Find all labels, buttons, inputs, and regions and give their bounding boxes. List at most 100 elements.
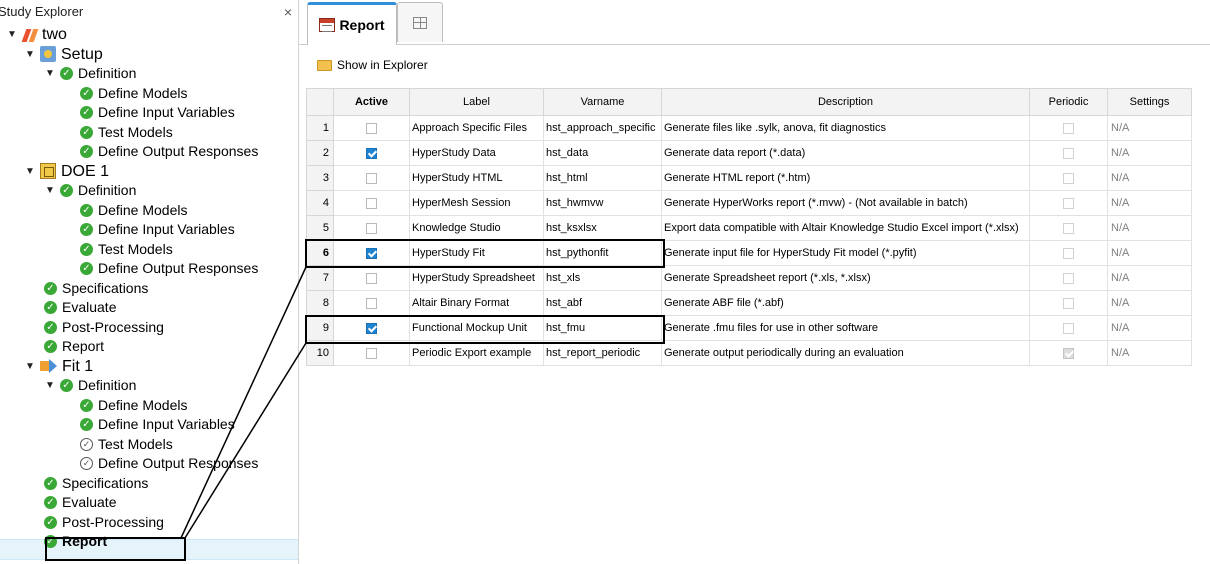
settings-cell[interactable]: N/A	[1107, 240, 1192, 266]
tree-item[interactable]: ✓ Test Models	[80, 435, 173, 454]
settings-cell[interactable]: N/A	[1107, 290, 1192, 316]
active-checkbox[interactable]	[366, 322, 377, 334]
expand-arrow-icon[interactable]: ▼	[44, 376, 56, 395]
periodic-checkbox[interactable]	[1063, 347, 1074, 359]
label-cell[interactable]: Functional Mockup Unit	[409, 315, 544, 341]
periodic-checkbox[interactable]	[1063, 147, 1074, 159]
table-row[interactable]: 10 Periodic Export example hst_report_peri…	[306, 340, 1192, 366]
active-checkbox[interactable]	[366, 272, 377, 284]
settings-cell[interactable]: N/A	[1107, 165, 1192, 191]
label-cell[interactable]: HyperMesh Session	[409, 190, 544, 216]
expand-arrow-icon[interactable]: ▼	[24, 45, 36, 64]
settings-cell[interactable]: N/A	[1107, 315, 1192, 341]
tree-item[interactable]: ✓ Specifications	[44, 279, 148, 298]
table-row[interactable]: 8 Altair Binary Format hst_abf Generate ABF…	[306, 290, 1192, 316]
column-header-index[interactable]	[306, 88, 334, 116]
label-cell[interactable]: HyperStudy Fit	[409, 240, 544, 266]
periodic-checkbox[interactable]	[1063, 222, 1074, 234]
settings-cell[interactable]: N/A	[1107, 265, 1192, 291]
varname-cell[interactable]: hst_ksxlsx	[543, 215, 662, 241]
table-row[interactable]: 4 HyperMesh Session hst_hwmvw Generate Hype…	[306, 190, 1192, 216]
tree-item[interactable]: ▼ two	[6, 25, 67, 44]
expand-arrow-icon[interactable]: ▼	[24, 357, 36, 376]
column-header-label[interactable]: Label	[409, 88, 544, 116]
expand-arrow-icon[interactable]: ▼	[44, 64, 56, 83]
varname-cell[interactable]: hst_xls	[543, 265, 662, 291]
settings-cell[interactable]: N/A	[1107, 190, 1192, 216]
label-cell[interactable]: HyperStudy Spreadsheet	[409, 265, 544, 291]
tree-item[interactable]: ✓ Define Models	[80, 201, 188, 220]
expand-arrow-icon[interactable]: ▼	[24, 162, 36, 181]
periodic-checkbox[interactable]	[1063, 322, 1074, 334]
varname-cell[interactable]: hst_fmu	[543, 315, 662, 341]
tab-report[interactable]: Report	[307, 2, 397, 45]
tree-item[interactable]: ✓ Evaluate	[44, 298, 116, 317]
varname-cell[interactable]: hst_abf	[543, 290, 662, 316]
table-row[interactable]: 1 Approach Specific Files hst_approach_spe…	[306, 115, 1192, 141]
show-in-explorer-button[interactable]: Show in Explorer	[317, 56, 428, 74]
tree-item[interactable]: ✓ Test Models	[80, 123, 173, 142]
active-checkbox[interactable]	[366, 122, 377, 134]
periodic-checkbox[interactable]	[1063, 247, 1074, 259]
tree-item[interactable]: ▼ ✓ Definition	[44, 376, 136, 395]
active-checkbox[interactable]	[366, 172, 377, 184]
close-icon[interactable]: ×	[284, 0, 292, 24]
active-checkbox[interactable]	[366, 297, 377, 309]
active-checkbox[interactable]	[366, 222, 377, 234]
active-checkbox[interactable]	[366, 147, 377, 159]
varname-cell[interactable]: hst_pythonfit	[543, 240, 662, 266]
varname-cell[interactable]: hst_data	[543, 140, 662, 166]
tree-item[interactable]: ✓ Report	[44, 532, 107, 551]
active-checkbox[interactable]	[366, 247, 377, 259]
tree-item[interactable]: ▼ DOE 1	[24, 162, 109, 181]
column-header-varname[interactable]: Varname	[543, 88, 662, 116]
column-header-description[interactable]: Description	[661, 88, 1030, 116]
tree-item[interactable]: ✓ Define Output Responses	[80, 259, 258, 278]
label-cell[interactable]: Altair Binary Format	[409, 290, 544, 316]
tree-item[interactable]: ✓ Define Models	[80, 396, 188, 415]
active-checkbox[interactable]	[366, 347, 377, 359]
table-row[interactable]: 6 HyperStudy Fit hst_pythonfit Generate inp…	[306, 240, 1192, 266]
column-header-periodic[interactable]: Periodic	[1029, 88, 1108, 116]
tree-item[interactable]: ▼ Fit 1	[24, 357, 93, 376]
label-cell[interactable]: HyperStudy HTML	[409, 165, 544, 191]
label-cell[interactable]: Approach Specific Files	[409, 115, 544, 141]
tree-item[interactable]: ✓ Define Input Variables	[80, 220, 235, 239]
label-cell[interactable]: Knowledge Studio	[409, 215, 544, 241]
varname-cell[interactable]: hst_hwmvw	[543, 190, 662, 216]
tree-item[interactable]: ✓ Define Input Variables	[80, 415, 235, 434]
tree-item[interactable]: ▼ ✓ Definition	[44, 64, 136, 83]
column-header-active[interactable]: Active	[333, 88, 410, 116]
tree-item[interactable]: ✓ Evaluate	[44, 493, 116, 512]
label-cell[interactable]: Periodic Export example	[409, 340, 544, 366]
table-row[interactable]: 3 HyperStudy HTML hst_html Generate HTML re…	[306, 165, 1192, 191]
settings-cell[interactable]: N/A	[1107, 140, 1192, 166]
expand-arrow-icon[interactable]: ▼	[6, 25, 18, 44]
tree-item[interactable]: ✓ Test Models	[80, 240, 173, 259]
tree-item[interactable]: ✓ Post-Processing	[44, 318, 164, 337]
tree-item[interactable]: ✓ Define Input Variables	[80, 103, 235, 122]
tree-item[interactable]: ✓ Define Output Responses	[80, 142, 258, 161]
active-checkbox[interactable]	[366, 197, 377, 209]
periodic-checkbox[interactable]	[1063, 272, 1074, 284]
settings-cell[interactable]: N/A	[1107, 215, 1192, 241]
settings-cell[interactable]: N/A	[1107, 115, 1192, 141]
tree-item[interactable]: ▼ ✓ Definition	[44, 181, 136, 200]
varname-cell[interactable]: hst_report_periodic	[543, 340, 662, 366]
tree-item[interactable]: ▼ Setup	[24, 45, 103, 64]
periodic-checkbox[interactable]	[1063, 172, 1074, 184]
tree-item[interactable]: ✓ Define Output Responses	[80, 454, 258, 473]
tab-grid[interactable]	[397, 2, 443, 42]
varname-cell[interactable]: hst_approach_specific	[543, 115, 662, 141]
settings-cell[interactable]: N/A	[1107, 340, 1192, 366]
table-row[interactable]: 7 HyperStudy Spreadsheet hst_xls Generate S…	[306, 265, 1192, 291]
periodic-checkbox[interactable]	[1063, 122, 1074, 134]
column-header-settings[interactable]: Settings	[1107, 88, 1192, 116]
table-row[interactable]: 5 Knowledge Studio hst_ksxlsx Export data c…	[306, 215, 1192, 241]
table-row[interactable]: 2 HyperStudy Data hst_data Generate data re…	[306, 140, 1192, 166]
expand-arrow-icon[interactable]: ▼	[44, 181, 56, 200]
periodic-checkbox[interactable]	[1063, 297, 1074, 309]
tree-item[interactable]: ✓ Post-Processing	[44, 513, 164, 532]
tree-item[interactable]: ✓ Report	[44, 337, 104, 356]
table-row[interactable]: 9 Functional Mockup Unit hst_fmu Generate .…	[306, 315, 1192, 341]
